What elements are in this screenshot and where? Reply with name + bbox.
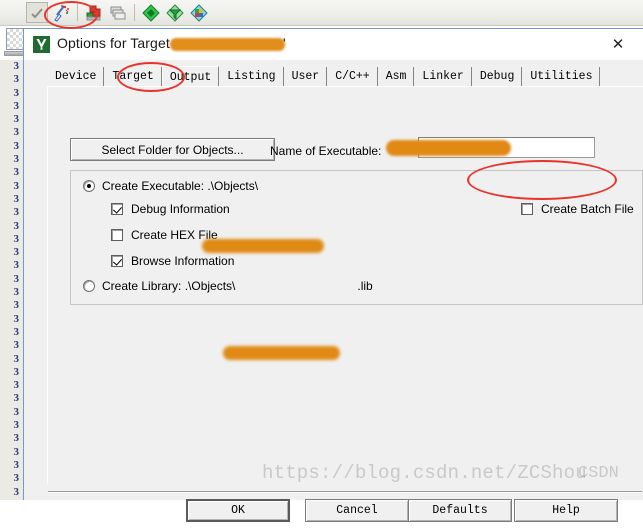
line-number: 3: [13, 166, 20, 179]
line-number: 3: [13, 299, 20, 312]
line-number: 3: [13, 86, 20, 99]
tab-target[interactable]: Target: [104, 67, 162, 87]
dialog-tabstrip: Device Target Output Listing User C/C++ …: [25, 60, 643, 88]
help-button[interactable]: Help: [514, 499, 618, 522]
line-number: 3: [13, 405, 20, 418]
create-batch-file-label: Create Batch File: [541, 202, 634, 216]
line-number: 3: [13, 339, 20, 352]
line-number: 3: [13, 179, 20, 192]
line-number: 3: [13, 259, 20, 272]
checkbox-indicator-create-batch-file: [521, 203, 533, 215]
line-number: 3: [13, 485, 20, 498]
line-number: 3: [13, 126, 20, 139]
line-number: 3: [13, 246, 20, 259]
checkbox-indicator-debug-information: [111, 203, 123, 215]
create-library-label-suffix: .lib: [357, 279, 373, 293]
line-number: 3: [13, 352, 20, 365]
radio-indicator-create-executable: [83, 180, 95, 192]
line-number: 3: [13, 219, 20, 232]
keil-uvision-icon: [33, 36, 50, 53]
line-number: 3: [13, 472, 20, 485]
line-number: 3: [13, 206, 20, 219]
output-tab-page: Select Folder for Objects... Name of Exe…: [47, 86, 643, 484]
output-options-groupbox: Create Executable: .\Objects\ Debug Info…: [70, 170, 643, 305]
debug-information-checkbox[interactable]: Debug Information: [111, 202, 230, 216]
tab-list: Device Target Output Listing User C/C++ …: [47, 65, 601, 88]
line-number: 3: [13, 365, 20, 378]
library-path-redaction-mark: [223, 346, 340, 360]
select-folder-for-objects-button[interactable]: Select Folder for Objects...: [70, 138, 275, 161]
create-batch-file-checkbox[interactable]: Create Batch File: [521, 202, 634, 216]
create-library-label-prefix: Create Library: .\Objects\: [102, 279, 236, 293]
defaults-button[interactable]: Defaults: [408, 499, 512, 522]
multi-diamond-icon[interactable]: [188, 2, 210, 23]
line-number: 3: [13, 139, 20, 152]
dialog-separator: [48, 491, 642, 493]
line-number: 3: [13, 419, 20, 432]
check-build-icon[interactable]: [26, 2, 48, 23]
line-number: 3: [13, 153, 20, 166]
batch-build-icon[interactable]: [107, 2, 129, 23]
editor-line-gutter: 333333333333333333333333333333333: [0, 60, 24, 500]
dialog-titlebar: Options for Target ' ✕: [24, 29, 643, 60]
magic-wand-icon[interactable]: [50, 2, 72, 23]
line-number: 3: [13, 60, 20, 72]
dialog-button-bar: OK Cancel Defaults Help: [24, 496, 643, 529]
dialog-title: Options for Target: [57, 35, 170, 51]
line-number: 3: [13, 392, 20, 405]
line-number: 3: [13, 113, 20, 126]
title-redaction-mark: [170, 38, 285, 51]
line-number: 3: [13, 73, 20, 86]
line-number: 3: [13, 312, 20, 325]
executable-name-redaction-mark: [386, 140, 511, 156]
close-icon[interactable]: ✕: [599, 31, 637, 58]
debug-information-label: Debug Information: [131, 202, 230, 216]
tab-asm[interactable]: Asm: [377, 67, 415, 87]
tab-user[interactable]: User: [283, 67, 328, 87]
funnel-icon[interactable]: [164, 2, 186, 23]
line-number: 3: [13, 232, 20, 245]
line-number: 3: [13, 99, 20, 112]
browse-information-label: Browse Information: [131, 254, 235, 268]
line-number: 3: [13, 325, 20, 338]
tab-output[interactable]: Output: [161, 66, 220, 88]
toolbar-separator: [77, 4, 78, 21]
dialog-title-quote: ': [283, 35, 286, 51]
options-for-target-dialog: Options for Target ' ✕ Device Target Out…: [23, 28, 643, 522]
line-number: 3: [13, 286, 20, 299]
create-executable-radio[interactable]: Create Executable: .\Objects\: [83, 179, 258, 193]
line-number: 3: [13, 445, 20, 458]
name-of-executable-label: Name of Executable:: [270, 144, 382, 158]
create-hex-file-checkbox[interactable]: Create HEX File: [111, 228, 218, 242]
line-number: 3: [13, 192, 20, 205]
create-executable-label: Create Executable: .\Objects\: [102, 179, 259, 193]
main-toolbar: [0, 0, 643, 26]
tab-debug[interactable]: Debug: [471, 67, 523, 87]
executable-path-redaction-mark: [202, 239, 324, 253]
line-number: 3: [13, 272, 20, 285]
toolbar-separator-2: [134, 4, 135, 21]
green-diamond-icon[interactable]: [140, 2, 162, 23]
tab-listing[interactable]: Listing: [219, 67, 284, 87]
checkbox-indicator-create-hex-file: [111, 229, 123, 241]
tab-linker[interactable]: Linker: [414, 67, 472, 87]
line-number: 3: [13, 432, 20, 445]
line-number: 3: [13, 458, 20, 471]
tab-utilities[interactable]: Utilities: [522, 67, 601, 87]
cancel-button[interactable]: Cancel: [305, 499, 409, 522]
browse-information-checkbox[interactable]: Browse Information: [111, 254, 234, 268]
create-library-radio[interactable]: Create Library: .\Objects\ .lib: [83, 279, 373, 293]
line-number: 3: [13, 379, 20, 392]
checkbox-indicator-browse-information: [111, 255, 123, 267]
tab-c-cpp[interactable]: C/C++: [327, 67, 378, 87]
radio-indicator-create-library: [83, 280, 95, 292]
build-target-icon[interactable]: [83, 2, 105, 23]
tab-device[interactable]: Device: [47, 67, 105, 87]
ok-button[interactable]: OK: [186, 499, 290, 522]
